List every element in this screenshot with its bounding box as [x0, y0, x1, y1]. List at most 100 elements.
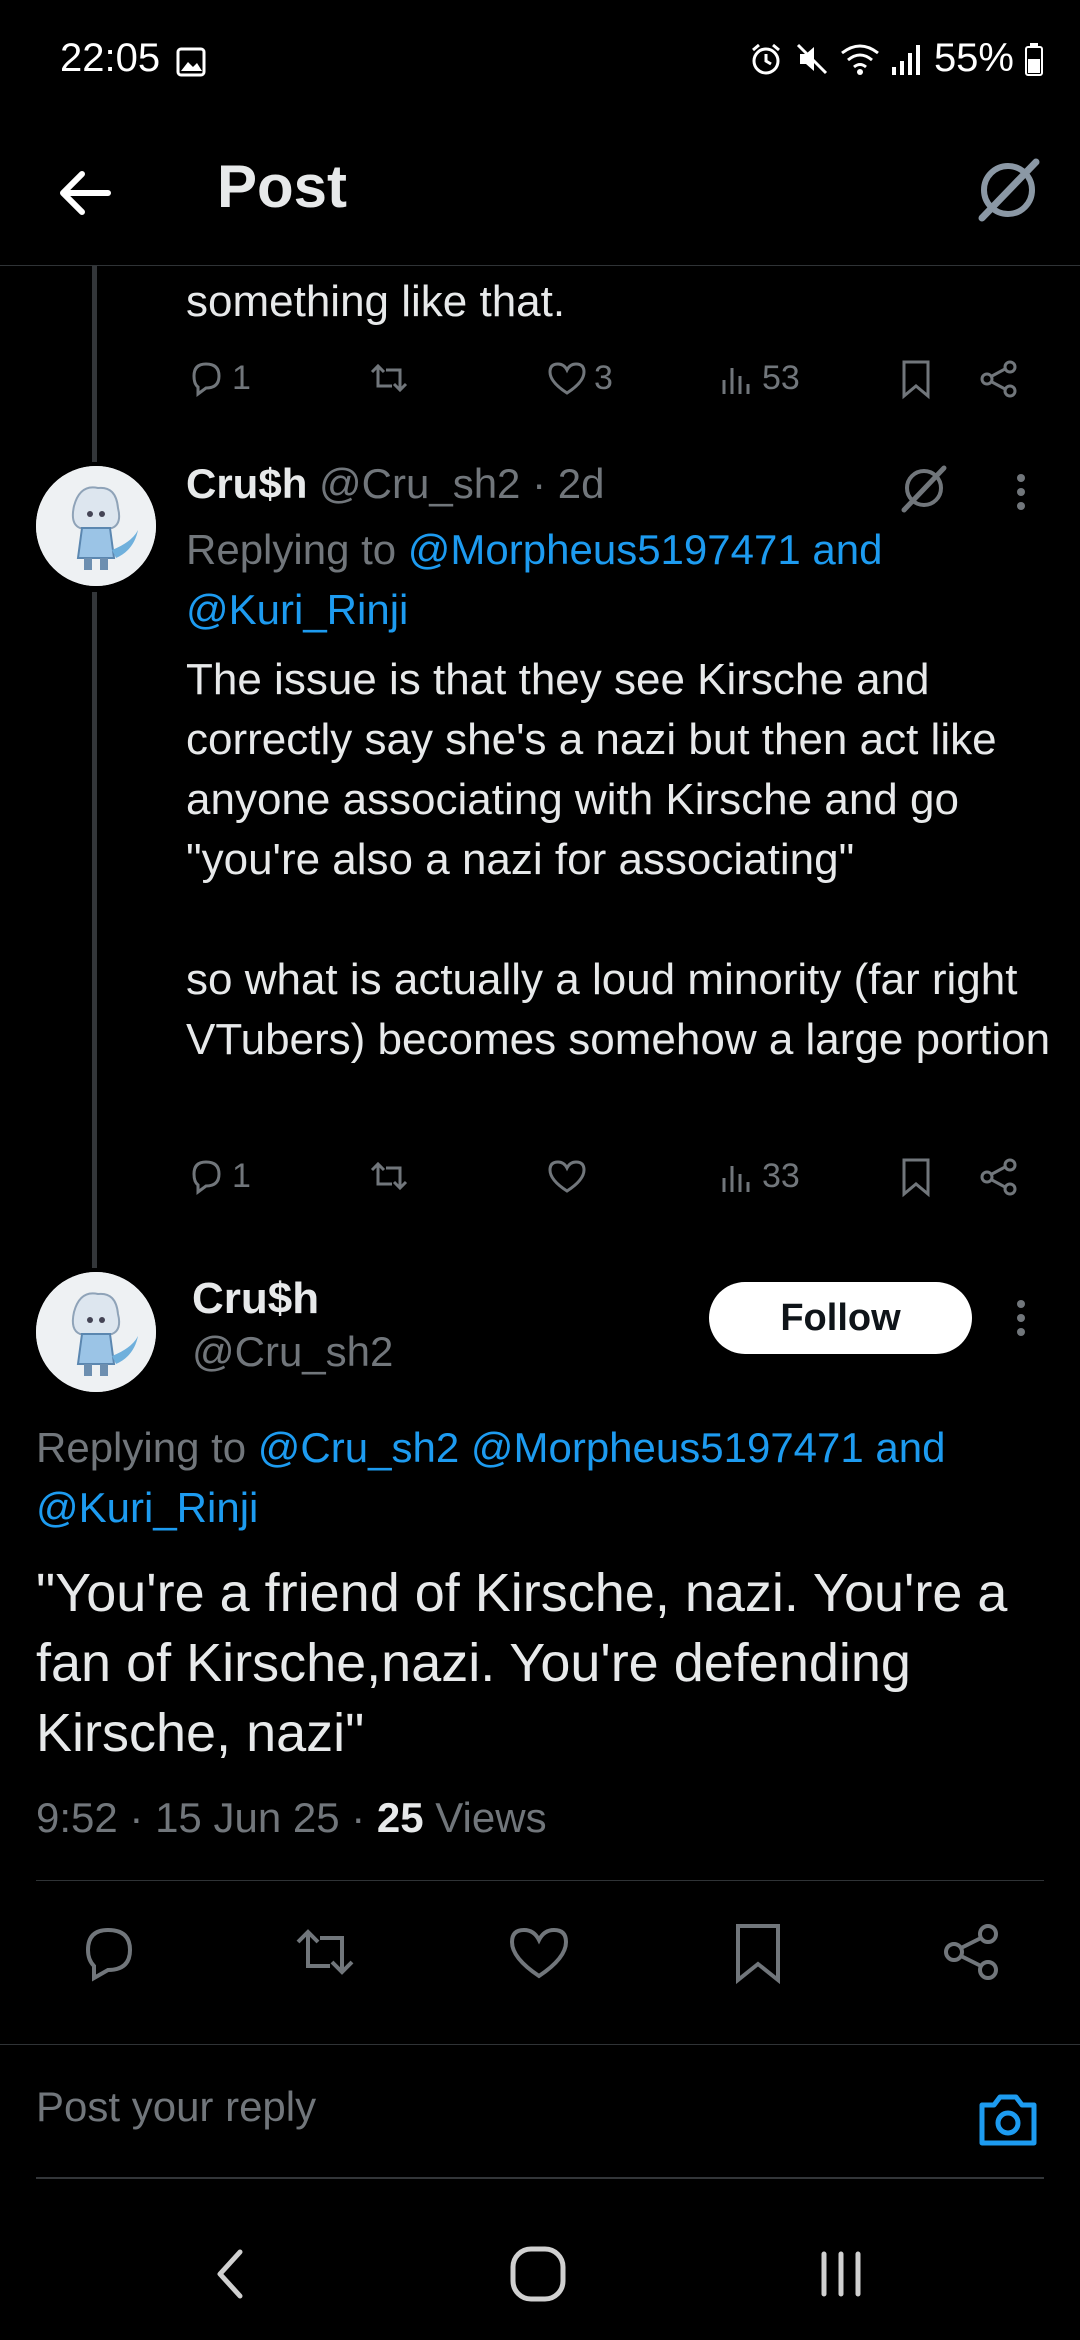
share-button[interactable]: [940, 1920, 1004, 1984]
status-time: 22:05: [60, 36, 161, 80]
avatar-image: [36, 1272, 156, 1392]
avatar-image: [36, 466, 156, 586]
nav-recents-button[interactable]: [816, 2244, 866, 2304]
bookmark-icon: [902, 1158, 930, 1198]
reply-count: 1: [232, 358, 251, 397]
avatar[interactable]: [36, 1272, 156, 1392]
grok-button-small[interactable]: [896, 460, 952, 516]
views-action[interactable]: 53: [720, 358, 800, 398]
page-title: Post: [217, 153, 348, 220]
nav-back-button[interactable]: [208, 2244, 252, 2304]
tweet-header: Cru$h @Cru_sh2 · 2d: [186, 460, 604, 508]
reply-underline: [36, 2177, 1044, 2179]
avatar[interactable]: [36, 466, 156, 586]
replying-to-mention[interactable]: @Kuri_Rinji: [186, 586, 408, 633]
previous-tweet-text: something like that.: [186, 277, 566, 326]
reply-icon: [192, 1160, 221, 1195]
reply-action[interactable]: 1: [186, 1156, 251, 1196]
thread-line-top: [92, 266, 97, 462]
camera-button[interactable]: [976, 2091, 1040, 2149]
main-author-name[interactable]: Cru$h: [192, 1274, 319, 1324]
main-tweet-text: "You're a friend of Kirsche, nazi. You'r…: [36, 1563, 1008, 1763]
bookmark-action[interactable]: [898, 1156, 934, 1198]
repost-icon: [370, 363, 408, 393]
reply-button[interactable]: [76, 1920, 140, 1984]
share-icon: [980, 360, 1017, 398]
reply-composer: [0, 2044, 1080, 2184]
views-label: Views: [435, 1794, 547, 1841]
grok-icon: [978, 158, 1040, 222]
like-action[interactable]: 3: [546, 358, 613, 398]
repost-action[interactable]: [366, 1156, 412, 1196]
repost-action[interactable]: [366, 358, 412, 398]
share-icon: [980, 1158, 1017, 1196]
status-icons: 55%: [748, 36, 1044, 81]
author-name[interactable]: Cru$h: [186, 460, 307, 507]
repost-icon: [370, 1161, 408, 1191]
views-count[interactable]: 25: [377, 1794, 424, 1841]
share-action[interactable]: [978, 1156, 1020, 1198]
bookmark-button[interactable]: [730, 1920, 786, 1986]
views-icon: [722, 368, 750, 394]
bookmark-icon: [902, 360, 930, 400]
alarm-icon: [748, 41, 784, 77]
share-action[interactable]: [978, 358, 1020, 400]
post-timestamp: 9:52 · 15 Jun 25 · 25 Views: [36, 1794, 547, 1841]
camera-icon: [979, 2094, 1037, 2146]
thread-line-middle: [92, 592, 97, 1268]
nav-home-button[interactable]: [508, 2244, 568, 2304]
reply-input[interactable]: [36, 2077, 936, 2137]
grok-icon: [901, 465, 947, 513]
more-options-button[interactable]: [1006, 472, 1036, 512]
main-replying-to-line: Replying to @Cru_sh2 @Morpheus5197471 an…: [36, 1418, 1046, 1538]
more-options-button[interactable]: [1006, 1298, 1036, 1338]
like-count: 3: [594, 358, 613, 397]
views-icon: [722, 1166, 750, 1192]
more-vertical-icon: [1017, 1300, 1025, 1336]
more-vertical-icon: [1017, 474, 1025, 510]
replying-to-mention[interactable]: @Kuri_Rinji: [36, 1484, 258, 1531]
home-icon: [510, 2246, 566, 2302]
replying-to-prefix: Replying to: [186, 526, 397, 573]
main-author-handle[interactable]: @Cru_sh2: [192, 1328, 393, 1376]
battery-icon: [1024, 41, 1044, 77]
post-time: · 2d: [532, 460, 605, 507]
author-handle[interactable]: @Cru_sh2: [319, 460, 520, 507]
like-button[interactable]: [506, 1920, 572, 1984]
heart-icon: [509, 1927, 569, 1979]
signal-icon: [890, 41, 924, 77]
reply-count: 1: [232, 1156, 251, 1195]
replying-to-mentions[interactable]: @Morpheus5197471 and: [408, 526, 883, 573]
grok-button[interactable]: [970, 152, 1046, 228]
reply-icon: [85, 1927, 133, 1982]
divider: [36, 1880, 1044, 1881]
previous-tweet-actions: 1 3 53: [186, 358, 1036, 418]
views-count: 53: [762, 358, 800, 397]
top-app-bar: Post: [0, 120, 1080, 266]
back-arrow-icon: [60, 171, 111, 215]
views-action[interactable]: 33: [720, 1156, 800, 1196]
system-navigation-bar: [0, 2210, 1080, 2340]
views-count: 33: [762, 1156, 800, 1195]
follow-button[interactable]: Follow: [709, 1282, 972, 1354]
share-icon: [944, 1924, 998, 1980]
wifi-icon: [840, 41, 880, 77]
heart-icon: [548, 362, 586, 395]
main-tweet-actions: [0, 1920, 1080, 1990]
tweet-text: The issue is that they see Kirsche and c…: [186, 655, 997, 884]
reply-icon: [192, 362, 221, 397]
repost-icon: [296, 1929, 354, 1975]
bookmark-action[interactable]: [898, 358, 934, 400]
battery-percentage: 55%: [933, 36, 1014, 80]
tweet-text-paragraph-2: so what is actually a loud minority (far…: [186, 955, 1051, 1064]
back-button[interactable]: [50, 158, 120, 228]
replying-to-line: Replying to @Morpheus5197471 and @Kuri_R…: [186, 520, 1046, 640]
mute-icon: [794, 41, 830, 77]
heart-icon: [548, 1160, 586, 1193]
like-action[interactable]: [546, 1156, 588, 1196]
reply-action[interactable]: 1: [186, 358, 251, 398]
repost-button[interactable]: [290, 1920, 360, 1984]
chevron-left-icon: [217, 2249, 243, 2299]
replying-to-mentions[interactable]: @Cru_sh2 @Morpheus5197471 and: [258, 1424, 946, 1471]
reply-tweet-actions: 1 33: [186, 1156, 1036, 1216]
